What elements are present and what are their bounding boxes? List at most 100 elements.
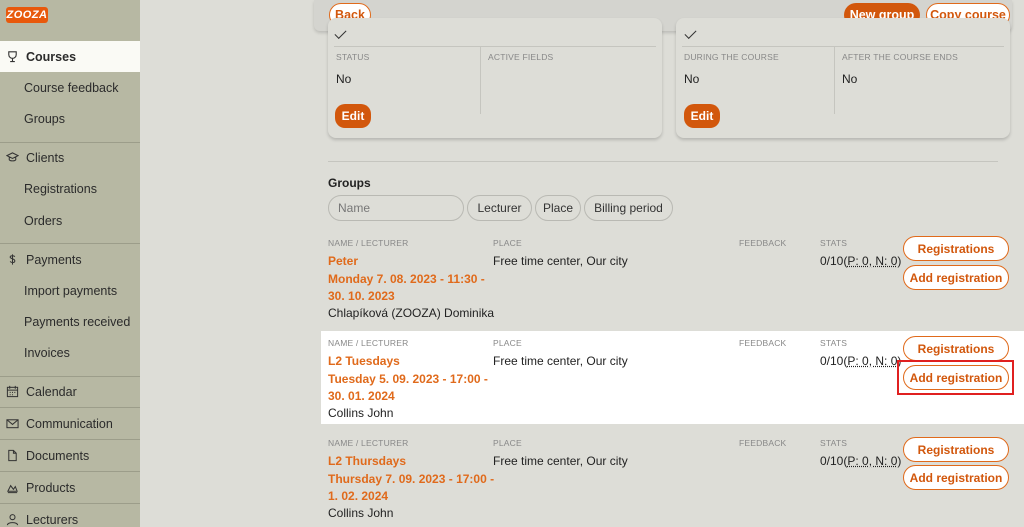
column-header-place: PLACE: [493, 438, 522, 448]
sidebar-item-lecturers[interactable]: Lecturers: [0, 504, 140, 527]
group-place: Free time center, Our city: [493, 254, 628, 268]
column-header-place: PLACE: [493, 338, 522, 348]
sidebar-item-clients[interactable]: Clients: [0, 142, 140, 173]
registrations-button[interactable]: Registrations: [903, 336, 1009, 361]
sidebar-item-products[interactable]: Products: [0, 472, 140, 503]
edit-button[interactable]: Edit: [684, 104, 720, 128]
add-registration-button[interactable]: Add registration: [903, 465, 1009, 490]
sidebar-item-calendar[interactable]: Calendar: [0, 376, 140, 407]
group-row[interactable]: NAME / LECTURER PLACE FEEDBACK STATS Pet…: [321, 231, 1024, 324]
card-column-divider: [834, 46, 835, 114]
sidebar-item-label: Import payments: [24, 284, 117, 298]
sidebar-item-groups[interactable]: Groups: [0, 103, 140, 134]
card-divider: [682, 46, 1004, 47]
document-icon: [5, 449, 19, 463]
course-end-card: DURING THE COURSE AFTER THE COURSE ENDS …: [676, 18, 1010, 138]
group-place: Free time center, Our city: [493, 454, 628, 468]
status-card: STATUS ACTIVE FIELDS No Edit: [328, 18, 662, 138]
group-lecturer: Collins John: [328, 506, 393, 520]
edit-button[interactable]: Edit: [335, 104, 371, 128]
stats-count: 0/10: [820, 354, 843, 368]
group-lecturer: Chlapíková (ZOOZA) Dominika: [328, 306, 494, 320]
user-icon: [5, 513, 19, 527]
group-schedule: Thursday 7. 09. 2023 - 17:00 - 1. 02. 20…: [328, 471, 498, 505]
sidebar-item-label: Orders: [24, 214, 62, 228]
group-schedule: Tuesday 5. 09. 2023 - 17:00 - 30. 01. 20…: [328, 371, 498, 405]
sidebar-item-label: Registrations: [24, 182, 97, 196]
check-icon: [334, 27, 346, 39]
add-registration-button[interactable]: Add registration: [903, 265, 1009, 290]
column-header: AFTER THE COURSE ENDS: [842, 52, 958, 62]
column-header-feedback: FEEDBACK: [739, 438, 786, 448]
sidebar: ZOOZA Courses Course feedback Groups Cli…: [0, 0, 140, 527]
sidebar-item-courses[interactable]: Courses: [0, 41, 140, 72]
sidebar-item-invoices[interactable]: Invoices: [0, 337, 140, 368]
sidebar-item-communication[interactable]: Communication: [0, 408, 140, 439]
billing-period-filter[interactable]: Billing period: [584, 195, 673, 221]
sidebar-item-label: Clients: [26, 151, 64, 165]
sidebar-item-label: Calendar: [26, 385, 77, 399]
sidebar-item-label: Groups: [24, 112, 65, 126]
column-header: STATUS: [336, 52, 369, 62]
group-stats: 0/10(P: 0, N: 0): [820, 254, 901, 268]
sidebar-item-documents[interactable]: Documents: [0, 440, 140, 471]
sidebar-item-label: Courses: [26, 50, 76, 64]
card-divider: [334, 46, 656, 47]
sidebar-item-course-feedback[interactable]: Course feedback: [0, 72, 140, 103]
registrations-button[interactable]: Registrations: [903, 236, 1009, 261]
group-name-link[interactable]: Peter: [328, 254, 358, 268]
stats-count: 0/10: [820, 254, 843, 268]
during-course-value: No: [684, 72, 699, 86]
status-value: No: [336, 72, 351, 86]
group-place: Free time center, Our city: [493, 354, 628, 368]
sidebar-item-orders[interactable]: Orders: [0, 205, 140, 236]
group-lecturer: Collins John: [328, 406, 393, 420]
column-header-stats: STATS: [820, 238, 847, 248]
name-filter-input[interactable]: Name: [328, 195, 464, 221]
sidebar-item-label: Payments received: [24, 315, 130, 329]
lecturer-filter[interactable]: Lecturer: [467, 195, 532, 221]
dollar-icon: [5, 253, 19, 267]
sidebar-item-label: Invoices: [24, 346, 70, 360]
graduation-cap-icon: [5, 151, 19, 165]
card-column-divider: [480, 46, 481, 114]
sidebar-item-label: Products: [26, 481, 75, 495]
group-row[interactable]: NAME / LECTURER PLACE FEEDBACK STATS L2 …: [321, 431, 1024, 524]
sidebar-item-label: Communication: [26, 417, 113, 431]
sidebar-item-registrations[interactable]: Registrations: [0, 173, 140, 204]
column-header-stats: STATS: [820, 438, 847, 448]
group-stats: 0/10(P: 0, N: 0): [820, 454, 901, 468]
column-header: ACTIVE FIELDS: [488, 52, 553, 62]
column-header-stats: STATS: [820, 338, 847, 348]
sidebar-item-payments[interactable]: Payments: [0, 244, 140, 275]
products-icon: [5, 481, 19, 495]
group-name-link[interactable]: L2 Thursdays: [328, 454, 406, 468]
column-header-name: NAME / LECTURER: [328, 438, 408, 448]
sidebar-item-label: Payments: [26, 253, 82, 267]
column-header: DURING THE COURSE: [684, 52, 779, 62]
check-icon: [684, 27, 696, 39]
section-divider: [328, 161, 998, 162]
sidebar-item-label: Documents: [26, 449, 89, 463]
highlight-box: [897, 360, 1014, 395]
zooza-logo[interactable]: ZOOZA: [6, 7, 48, 23]
trophy-icon: [5, 50, 19, 64]
stats-detail[interactable]: P: 0, N: 0: [847, 254, 897, 268]
groups-title: Groups: [328, 176, 371, 190]
group-name-link[interactable]: L2 Tuesdays: [328, 354, 400, 368]
stats-count: 0/10: [820, 454, 843, 468]
calendar-icon: [5, 385, 19, 399]
sidebar-item-label: Lecturers: [26, 513, 78, 527]
column-header-name: NAME / LECTURER: [328, 238, 408, 248]
place-filter[interactable]: Place: [535, 195, 581, 221]
sidebar-item-payments-received[interactable]: Payments received: [0, 306, 140, 337]
group-stats: 0/10(P: 0, N: 0): [820, 354, 901, 368]
stats-detail[interactable]: P: 0, N: 0: [847, 354, 897, 368]
column-header-place: PLACE: [493, 238, 522, 248]
sidebar-item-import-payments[interactable]: Import payments: [0, 275, 140, 306]
registrations-button[interactable]: Registrations: [903, 437, 1009, 462]
after-course-value: No: [842, 72, 857, 86]
main-content: Back New group Copy course STATUS ACTIVE…: [140, 0, 1024, 527]
column-header-name: NAME / LECTURER: [328, 338, 408, 348]
stats-detail[interactable]: P: 0, N: 0: [847, 454, 897, 468]
